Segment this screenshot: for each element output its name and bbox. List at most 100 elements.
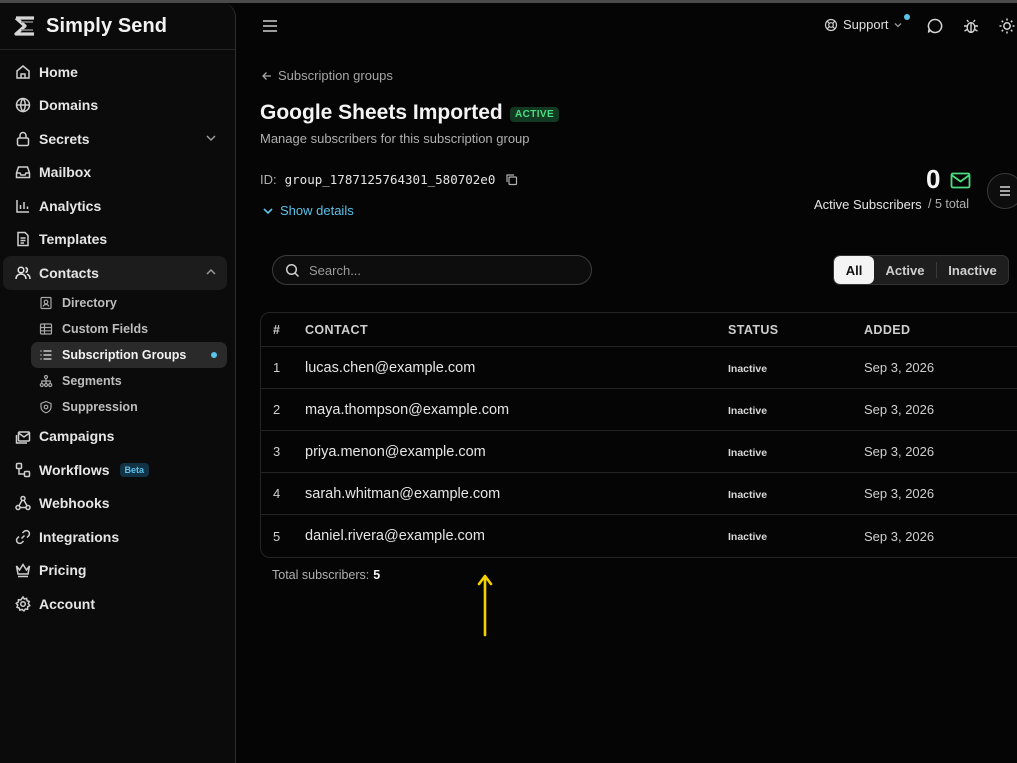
table-row[interactable]: 2 maya.thompson@example.com Inactive Sep… (261, 389, 1017, 431)
annotation-arrow-up-icon (477, 574, 493, 637)
network-icon (39, 374, 53, 388)
sidebar-item-webhooks[interactable]: Webhooks (3, 487, 227, 521)
table-row[interactable]: 4 sarah.whitman@example.com Inactive Sep… (261, 473, 1017, 515)
filter-all-button[interactable]: All (834, 256, 874, 284)
table-row[interactable]: 5 daniel.rivera@example.com Inactive Sep… (261, 515, 1017, 557)
group-id-label: ID: (260, 172, 277, 187)
chevron-down-icon (263, 207, 273, 214)
table-grid-icon (39, 322, 53, 336)
sidebar-item-secrets[interactable]: Secrets (3, 122, 227, 156)
contact-email: priya.menon@example.com (305, 443, 486, 460)
total-subscribers-label: Total subscribers: (272, 568, 370, 582)
sidebar-item-label: Analytics (39, 197, 102, 214)
active-subscribers-label: Active Subscribers (814, 197, 922, 212)
sidebar-subitem-label: Subscription Groups (62, 347, 187, 362)
active-indicator-dot (211, 351, 217, 358)
total-subscribers-label: / 5 total (928, 197, 969, 211)
sidebar-item-mailbox[interactable]: Mailbox (3, 156, 227, 190)
sidebar: Simply Send Home Domains Secrets Mailbox… (0, 3, 236, 763)
breadcrumb[interactable]: Subscription groups (261, 68, 393, 83)
sidebar-item-analytics[interactable]: Analytics (3, 189, 227, 223)
row-number: 5 (273, 528, 281, 544)
column-header-status[interactable]: STATUS (728, 323, 864, 337)
lock-icon (14, 130, 32, 148)
sidebar-subitem-subscription-groups[interactable]: Subscription Groups (31, 341, 227, 368)
status-label: Inactive (728, 446, 768, 459)
sidebar-subitem-label: Segments (62, 373, 122, 388)
brand[interactable]: Simply Send (0, 3, 235, 50)
beta-badge: Beta (119, 462, 150, 477)
added-date: Sep 3, 2026 (864, 528, 935, 544)
status-label: Inactive (728, 404, 768, 417)
sidebar-subitem-custom-fields[interactable]: Custom Fields (31, 316, 227, 342)
chevron-down-icon[interactable] (205, 132, 217, 144)
sidebar-subitem-segments[interactable]: Segments (31, 368, 227, 394)
subscribers-table: # CONTACT STATUS ADDED 1 lucas.chen@exam… (260, 312, 1017, 558)
sidebar-item-templates[interactable]: Templates (3, 223, 227, 257)
chevron-down-icon (894, 22, 902, 27)
sidebar-item-label: Workflows (39, 461, 110, 478)
table-row[interactable]: 3 priya.menon@example.com Inactive Sep 3… (261, 431, 1017, 473)
table-row[interactable]: 1 lucas.chen@example.com Inactive Sep 3,… (261, 347, 1017, 389)
sidebar-item-label: Integrations (39, 528, 120, 545)
added-date: Sep 3, 2026 (864, 444, 935, 459)
page-title: Google Sheets Imported (260, 101, 503, 124)
breadcrumb-label: Subscription groups (278, 68, 393, 83)
sidebar-item-label: Pricing (39, 562, 87, 579)
hamburger-menu-icon[interactable] (261, 17, 279, 35)
contact-email: sarah.whitman@example.com (305, 485, 501, 502)
group-id-row: ID: group_1787125764301_580702e0 (260, 172, 518, 187)
sidebar-item-label: Domains (39, 97, 99, 114)
sidebar-item-workflows[interactable]: Workflows Beta (3, 453, 227, 487)
status-badge: ACTIVE (510, 107, 560, 122)
sun-icon[interactable] (998, 17, 1016, 35)
sidebar-item-integrations[interactable]: Integrations (3, 520, 227, 554)
sidebar-subitem-label: Custom Fields (62, 321, 149, 336)
search-input[interactable] (309, 262, 569, 278)
users-icon (14, 264, 32, 282)
sidebar-item-home[interactable]: Home (3, 55, 227, 89)
contact-card-icon (39, 296, 53, 310)
sidebar-subitem-directory[interactable]: Directory (31, 290, 227, 316)
copy-icon[interactable] (505, 173, 518, 186)
column-header-contact[interactable]: CONTACT (305, 323, 728, 337)
mail-stack-icon (14, 427, 32, 445)
bug-icon[interactable] (962, 17, 980, 35)
sidebar-item-contacts[interactable]: Contacts (3, 256, 227, 290)
sidebar-item-account[interactable]: Account (3, 587, 227, 621)
row-number: 4 (273, 486, 281, 501)
crown-icon (14, 561, 32, 579)
total-subscribers-value: 5 (373, 568, 381, 582)
sidebar-item-domains[interactable]: Domains (3, 89, 227, 123)
search-box[interactable] (272, 255, 592, 285)
home-icon (14, 63, 32, 81)
row-number: 2 (273, 402, 281, 417)
sidebar-item-label: Mailbox (39, 164, 92, 181)
column-header-added[interactable]: ADDED (864, 323, 910, 337)
added-date: Sep 3, 2026 (864, 486, 935, 501)
actions-menu-button[interactable] (987, 173, 1017, 209)
gear-icon (14, 595, 32, 613)
support-menu[interactable]: Support (824, 14, 910, 32)
filter-active-button[interactable]: Active (874, 256, 936, 284)
status-label: Inactive (728, 488, 768, 501)
chat-bubble-icon[interactable] (926, 17, 944, 35)
chevron-up-icon[interactable] (205, 266, 217, 278)
sidebar-item-campaigns[interactable]: Campaigns (3, 420, 227, 454)
webhook-icon (14, 494, 32, 512)
column-header-number: # (273, 322, 281, 337)
sidebar-subitem-suppression[interactable]: Suppression (31, 394, 227, 420)
filter-inactive-button[interactable]: Inactive (937, 256, 1008, 284)
link-icon (14, 528, 32, 546)
lifebuoy-icon (824, 18, 838, 31)
show-details-toggle[interactable]: Show details (262, 203, 354, 218)
sidebar-item-label: Secrets (39, 130, 90, 147)
group-id-value: group_1787125764301_580702e0 (284, 172, 496, 187)
sidebar-item-label: Templates (39, 231, 108, 248)
contact-email: daniel.rivera@example.com (305, 528, 485, 544)
document-icon (14, 230, 32, 248)
page-subtitle: Manage subscribers for this subscription… (260, 131, 530, 146)
sidebar-item-pricing[interactable]: Pricing (3, 554, 227, 588)
logo-icon (14, 16, 34, 36)
support-label: Support (843, 17, 889, 32)
